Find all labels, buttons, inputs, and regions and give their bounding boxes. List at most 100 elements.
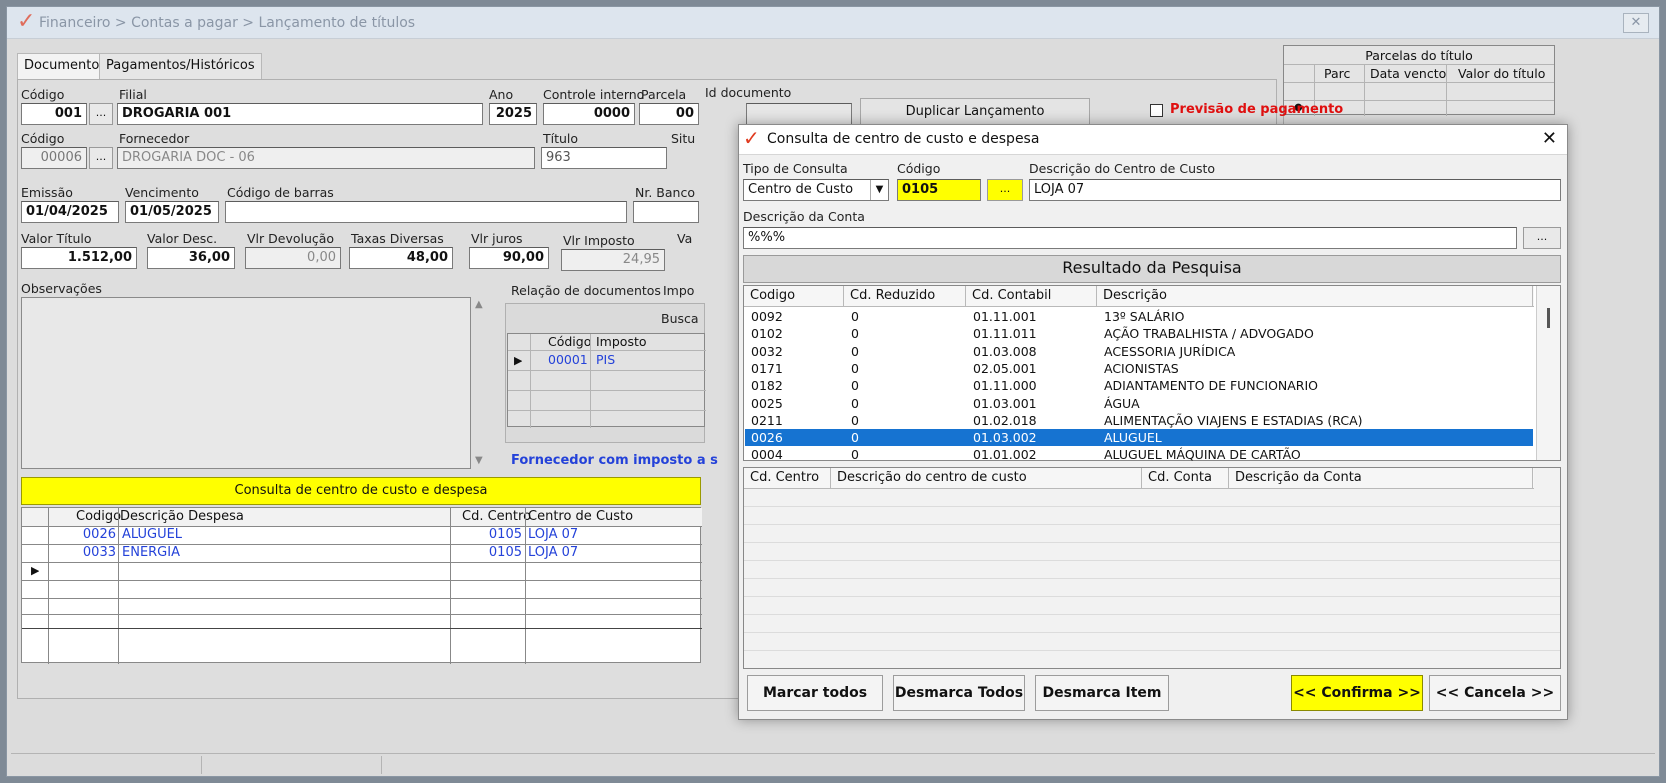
consulta-banner[interactable]: Consulta de centro de custo e despesa <box>21 477 701 505</box>
emissao-field[interactable]: 01/04/2025 <box>21 201 119 223</box>
despesa-row-2-codigo[interactable]: 0033 <box>80 545 116 560</box>
valor-desc-field[interactable]: 36,00 <box>147 247 235 269</box>
imposto-col-imposto: Imposto <box>596 334 647 349</box>
titulo-field[interactable]: 963 <box>541 147 667 169</box>
main-title: Financeiro > Contas a pagar > Lançamento… <box>39 15 416 31</box>
confirma-button[interactable]: << Confirma >> <box>1291 675 1423 711</box>
situacao-label: Situ <box>671 131 696 146</box>
resultado-col-cd-contabil[interactable]: Cd. Contabil <box>966 286 1097 306</box>
resultado-scrollbar[interactable] <box>1536 286 1560 460</box>
descricao-conta-field[interactable]: %%% <box>743 227 1517 249</box>
despesa-row-2-cd-centro[interactable]: 0105 <box>482 545 522 560</box>
fornecedor-lookup-button[interactable]: ... <box>89 147 113 169</box>
resultado-codigo-cell: 0004 <box>751 447 783 463</box>
tab-impostos[interactable]: Impo <box>663 283 694 298</box>
vlr-devolucao-label: Vlr Devolução <box>247 231 335 246</box>
tab-relacao-documentos[interactable]: Relação de documentos <box>511 283 661 298</box>
despesa-row-1-codigo[interactable]: 0026 <box>80 527 116 542</box>
vencimento-field[interactable]: 01/05/2025 <box>125 201 219 223</box>
despesa-row-2-centro[interactable]: LOJA 07 <box>528 545 578 560</box>
despesa-col-centro-custo: Centro de Custo <box>528 509 634 524</box>
despesa-grid: Codigo Descrição Despesa Cd. Centro Cent… <box>21 507 702 664</box>
resultado-cd-reduzido-cell: 0 <box>851 378 859 394</box>
codigo-lookup-button[interactable]: ... <box>987 179 1023 201</box>
codigo-barras-field[interactable] <box>225 201 627 223</box>
resultado-cd-reduzido-cell: 0 <box>851 430 859 446</box>
filial-field[interactable]: DROGARIA 001 <box>117 103 483 125</box>
selecionados-col-descricao-conta[interactable]: Descrição da Conta <box>1229 468 1533 488</box>
selecionados-col-cd-centro[interactable]: Cd. Centro <box>744 468 831 488</box>
resultado-row[interactable]: 0171 0 02.05.001 ACIONISTAS <box>745 360 1533 377</box>
resultado-cd-reduzido-cell: 0 <box>851 412 859 428</box>
tab-documento[interactable]: Documento <box>17 53 107 79</box>
resultado-col-codigo[interactable]: Codigo <box>744 286 844 306</box>
resultado-row[interactable]: 0032 0 01.03.008 ACESSORIA JURÍDICA <box>745 343 1533 360</box>
ano-label: Ano <box>489 87 514 102</box>
previsao-checkbox[interactable] <box>1150 104 1163 117</box>
resultado-codigo-cell: 0171 <box>751 360 783 376</box>
desmarca-todos-button[interactable]: Desmarca Todos <box>893 675 1025 711</box>
selecionados-grid: Cd. Centro Descrição do centro de custo … <box>743 467 1561 669</box>
imposto-codigo-cell[interactable]: 00001 <box>548 352 588 367</box>
scrollbar-thumb[interactable] <box>1547 308 1550 328</box>
parcela-field[interactable]: 00 <box>639 103 699 125</box>
scroll-down-icon[interactable]: ▼ <box>475 455 483 466</box>
close-icon[interactable]: ✕ <box>1542 128 1557 149</box>
observacoes-textarea[interactable] <box>21 297 471 469</box>
marcar-todos-button[interactable]: Marcar todos <box>747 675 883 711</box>
resultado-row[interactable]: 0025 0 01.03.001 ÁGUA <box>745 395 1533 412</box>
resultado-row[interactable]: 0102 0 01.11.011 AÇÃO TRABALHISTA / ADVOGAD… <box>745 325 1533 342</box>
resultado-title: Resultado da Pesquisa <box>743 255 1561 283</box>
ano-field[interactable]: 2025 <box>489 103 537 125</box>
tab-pagamentos[interactable]: Pagamentos/Históricos <box>99 53 262 79</box>
cancela-button[interactable]: << Cancela >> <box>1429 675 1561 711</box>
controle-field[interactable]: 0000 <box>543 103 635 125</box>
codigo-lookup-button[interactable]: ... <box>89 103 113 125</box>
chevron-down-icon[interactable]: ▼ <box>870 180 888 200</box>
va-label: Va <box>677 231 693 246</box>
resultado-row[interactable]: 0182 0 01.11.000 ADIANTAMENTO DE FUNCIONARI… <box>745 377 1533 394</box>
resultado-row[interactable]: 0026 0 01.03.002 ALUGUEL <box>745 429 1533 447</box>
resultado-col-descricao[interactable]: Descrição <box>1097 286 1533 306</box>
desmarca-item-button[interactable]: Desmarca Item <box>1035 675 1169 711</box>
dialog-title-bar: ✓ Consulta de centro de custo e despesa … <box>739 125 1567 155</box>
codigo2-field[interactable]: 00006 <box>21 147 87 169</box>
despesa-row-1-centro[interactable]: LOJA 07 <box>528 527 578 542</box>
busca-label[interactable]: Busca <box>661 311 699 326</box>
valor-titulo-field[interactable]: 1.512,00 <box>21 247 137 269</box>
despesa-row-1-cd-centro[interactable]: 0105 <box>482 527 522 542</box>
resultado-codigo-cell: 0102 <box>751 326 783 342</box>
conta-lookup-button[interactable]: ... <box>1523 227 1561 249</box>
titulo-label: Título <box>543 131 579 146</box>
fornecedor-imposto-warning: Fornecedor com imposto a s <box>511 453 718 468</box>
tipo-consulta-select[interactable]: Centro de Custo ▼ <box>743 179 889 201</box>
close-icon[interactable]: ✕ <box>1623 13 1649 33</box>
scroll-up-icon[interactable]: ▲ <box>475 299 483 310</box>
descricao-cc-field[interactable]: LOJA 07 <box>1029 179 1561 201</box>
row-pointer-icon: ▶ <box>514 354 523 367</box>
duplicar-lancamento-button[interactable]: Duplicar Lançamento <box>860 98 1090 126</box>
resultado-cd-contabil-cell: 01.03.002 <box>973 430 1037 446</box>
fornecedor-field[interactable]: DROGARIA DOC - 06 <box>117 147 535 169</box>
row-pointer-icon: ▶ <box>31 564 40 577</box>
resultado-row[interactable]: 0004 0 01.01.002 ALUGUEL MÁQUINA DE CARTÃO <box>745 446 1533 463</box>
vlr-juros-field[interactable]: 90,00 <box>469 247 549 269</box>
imposto-nome-cell[interactable]: PIS <box>596 352 615 367</box>
vlr-imposto-field[interactable]: 24,95 <box>561 249 665 271</box>
selecionados-col-descricao-centro[interactable]: Descrição do centro de custo <box>831 468 1142 488</box>
vlr-devolucao-field[interactable]: 0,00 <box>245 247 341 269</box>
resultado-row[interactable]: 0092 0 01.11.001 13º SALÁRIO <box>745 308 1533 325</box>
codigo-field[interactable]: 001 <box>21 103 87 125</box>
codigo-label: Código <box>897 161 941 176</box>
despesa-row-1-descricao[interactable]: ALUGUEL <box>122 527 182 542</box>
resultado-col-cd-reduzido[interactable]: Cd. Reduzido <box>844 286 966 306</box>
resultado-cd-reduzido-cell: 0 <box>851 447 859 463</box>
despesa-row-2-descricao[interactable]: ENERGIA <box>122 545 180 560</box>
taxas-diversas-field[interactable]: 48,00 <box>349 247 453 269</box>
selecionados-col-cd-conta[interactable]: Cd. Conta <box>1142 468 1229 488</box>
id-documento-field[interactable] <box>746 103 852 125</box>
resultado-descricao-cell: ADIANTAMENTO DE FUNCIONARIO <box>1104 378 1319 394</box>
resultado-row[interactable]: 0211 0 01.02.018 ALIMENTAÇÃO VIAJENS E ESTA… <box>745 412 1533 429</box>
codigo-field[interactable]: 0105 <box>897 179 981 201</box>
nr-banco-field[interactable] <box>633 201 699 223</box>
